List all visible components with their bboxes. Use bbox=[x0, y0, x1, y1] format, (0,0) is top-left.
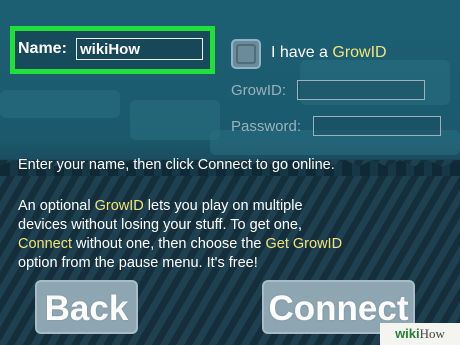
wikihow-watermark: wikiHow bbox=[380, 323, 460, 345]
name-label: Name: bbox=[18, 40, 67, 57]
growid-label-prefix: I have a bbox=[271, 44, 333, 61]
info-l3a: Connect bbox=[18, 236, 73, 252]
growid-checkbox-label: I have a GrowID bbox=[271, 44, 387, 62]
growid-field[interactable] bbox=[297, 80, 425, 100]
info-line-1: An optional GrowID lets you play on mult… bbox=[18, 197, 448, 216]
info-text: An optional GrowID lets you play on mult… bbox=[18, 197, 448, 273]
info-line-3: Connect without one, then choose the Get… bbox=[18, 235, 448, 254]
info-l1c: lets you play on multiple bbox=[143, 198, 303, 214]
watermark-brand: wiki bbox=[395, 326, 420, 341]
info-l1b: GrowID bbox=[94, 198, 144, 214]
growid-field-label: GrowID: bbox=[231, 82, 287, 99]
password-field-label: Password: bbox=[231, 118, 302, 135]
instruction-text: Enter your name, then click Connect to g… bbox=[18, 157, 335, 173]
info-line-4: option from the pause menu. It's free! bbox=[18, 255, 258, 271]
info-line-2: devices without losing your stuff. To ge… bbox=[18, 217, 302, 233]
back-button[interactable]: Back bbox=[35, 280, 138, 334]
growid-checkbox[interactable] bbox=[231, 39, 261, 69]
background-terrain bbox=[130, 100, 220, 140]
name-input[interactable] bbox=[76, 38, 203, 60]
checkbox-inner bbox=[236, 44, 256, 64]
background-terrain bbox=[0, 90, 120, 118]
info-l3c: Get GrowID bbox=[265, 236, 343, 252]
info-l3b: without one, then choose the bbox=[72, 236, 266, 252]
password-field[interactable] bbox=[313, 116, 441, 136]
watermark-suffix: How bbox=[419, 326, 445, 341]
growid-label-highlight: GrowID bbox=[332, 44, 387, 61]
info-l1a: An optional bbox=[18, 198, 95, 214]
